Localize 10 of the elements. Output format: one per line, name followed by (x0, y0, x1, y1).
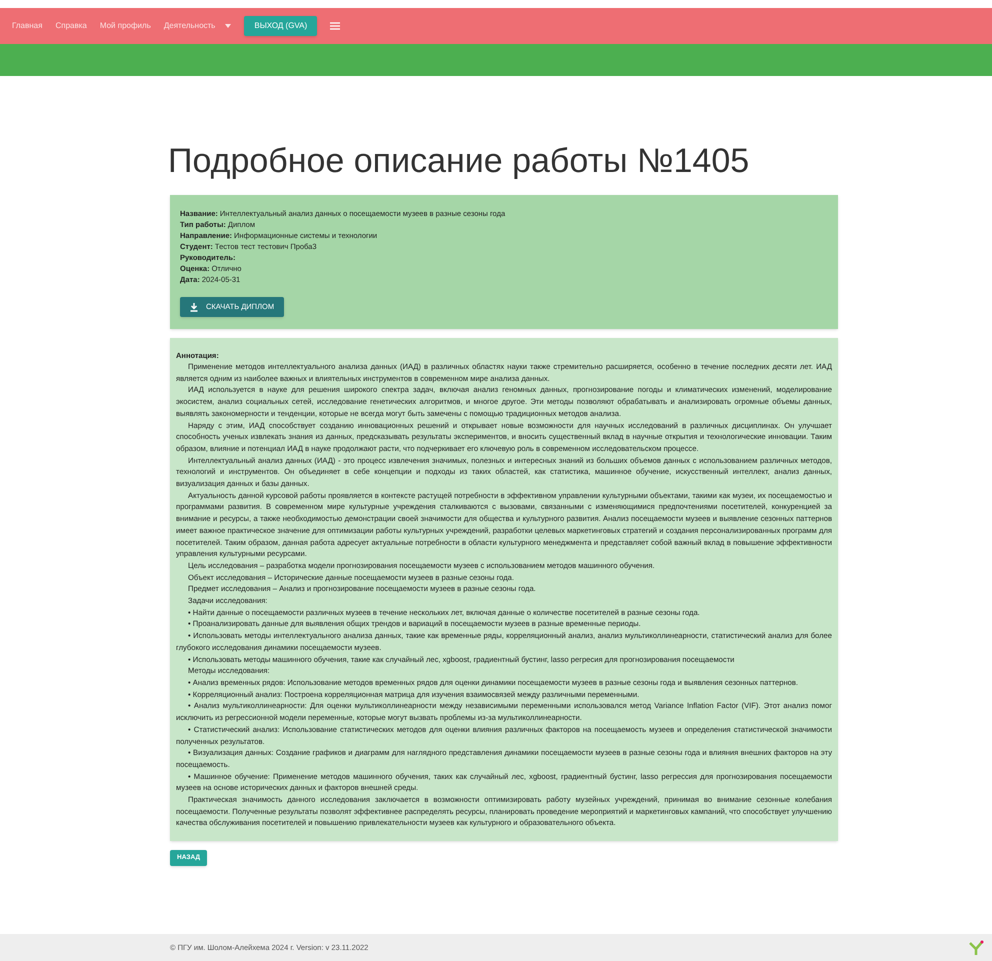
nav-link[interactable]: Мой профиль (100, 20, 151, 32)
logo-icon (968, 940, 984, 956)
nav-link[interactable]: Главная (12, 20, 42, 32)
menu-icon[interactable] (330, 22, 340, 30)
logout-button[interactable]: ВЫХОД (GVA) (244, 16, 318, 36)
download-icon (190, 302, 198, 312)
page-title: Подробное описание работы №1405 (168, 141, 750, 182)
nav-link[interactable]: Деятельность (164, 20, 216, 32)
nav-link[interactable]: Справка (55, 20, 87, 32)
caret-icon[interactable] (225, 24, 232, 28)
